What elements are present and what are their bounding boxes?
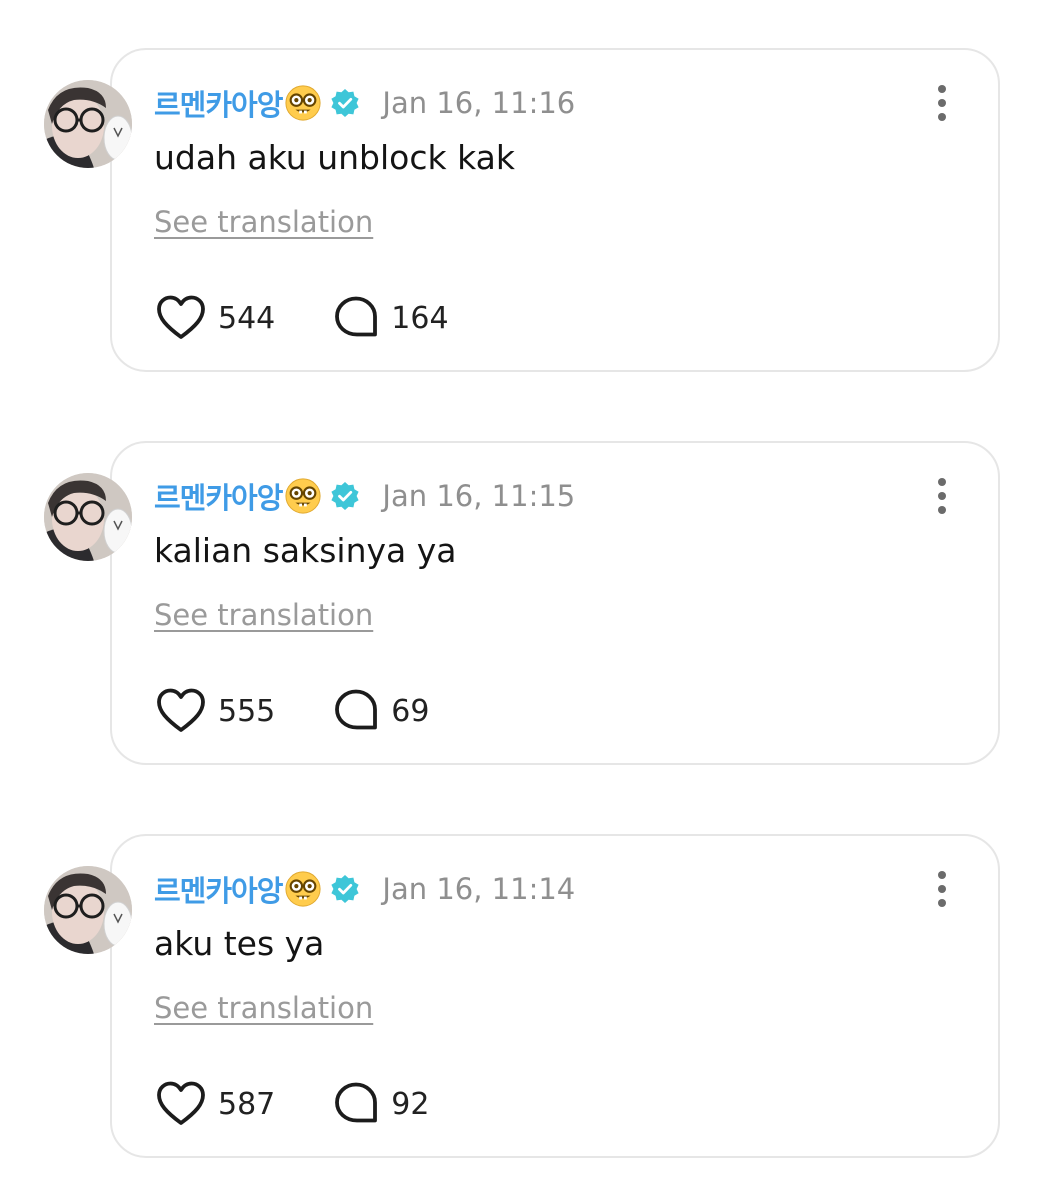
username[interactable]: 르멘카아앙 — [154, 82, 283, 124]
comment-bubble-icon — [335, 296, 378, 337]
timestamp: Jan 16, 11:16 — [382, 86, 576, 120]
post-text: udah aku unblock kak — [154, 138, 515, 177]
comment-button[interactable]: 92 — [333, 1081, 429, 1127]
comment-count: 92 — [391, 1086, 430, 1122]
nerd-face-emoji-icon — [285, 85, 321, 121]
nerd-face-emoji-icon — [285, 871, 321, 907]
see-translation-link[interactable]: See translation — [154, 598, 373, 632]
more-options-icon[interactable] — [926, 477, 958, 515]
post-text: kalian saksinya ya — [154, 531, 457, 570]
more-options-icon[interactable] — [926, 870, 958, 908]
post-header: 르멘카아앙 Jan 16, 11:16 — [154, 82, 575, 124]
like-button[interactable]: 587 — [156, 1081, 275, 1127]
timestamp: Jan 16, 11:15 — [382, 479, 576, 513]
post-actions: 555 69 — [156, 686, 429, 736]
like-count: 544 — [218, 300, 276, 336]
post-card: 르멘카아앙 Jan 16, 11:16 udah aku unblock kak… — [44, 48, 1000, 372]
see-translation-link[interactable]: See translation — [154, 205, 373, 239]
comment-button[interactable]: 164 — [333, 295, 449, 341]
comment-bubble-icon — [335, 1082, 378, 1123]
heart-icon — [157, 295, 205, 339]
post-actions: 587 92 — [156, 1079, 429, 1129]
post-header: 르멘카아앙 Jan 16, 11:14 — [154, 868, 575, 910]
username[interactable]: 르멘카아앙 — [154, 868, 283, 910]
verified-badge-icon — [331, 89, 360, 117]
avatar[interactable] — [44, 80, 132, 168]
nerd-face-emoji-icon — [285, 478, 321, 514]
heart-icon — [157, 688, 205, 732]
verified-badge-icon — [331, 482, 360, 510]
timestamp: Jan 16, 11:14 — [382, 872, 576, 906]
comment-count: 164 — [391, 300, 449, 336]
comment-bubble-icon — [335, 689, 378, 730]
avatar[interactable] — [44, 866, 132, 954]
like-count: 555 — [218, 693, 276, 729]
post-header: 르멘카아앙 Jan 16, 11:15 — [154, 475, 575, 517]
comment-button[interactable]: 69 — [333, 688, 429, 734]
see-translation-link[interactable]: See translation — [154, 991, 373, 1025]
avatar[interactable] — [44, 473, 132, 561]
post-card: 르멘카아앙 Jan 16, 11:15 kalian saksinya ya S… — [44, 441, 1000, 765]
like-button[interactable]: 555 — [156, 688, 275, 734]
comment-feed: 르멘카아앙 Jan 16, 11:16 udah aku unblock kak… — [0, 0, 1046, 1200]
like-count: 587 — [218, 1086, 276, 1122]
heart-icon — [157, 1081, 205, 1125]
more-options-icon[interactable] — [926, 84, 958, 122]
verified-badge-icon — [331, 875, 360, 903]
post-text: aku tes ya — [154, 924, 325, 963]
like-button[interactable]: 544 — [156, 295, 275, 341]
username[interactable]: 르멘카아앙 — [154, 475, 283, 517]
post-actions: 544 164 — [156, 293, 449, 343]
post-card: 르멘카아앙 Jan 16, 11:14 aku tes ya See trans… — [44, 834, 1000, 1158]
comment-count: 69 — [391, 693, 430, 729]
